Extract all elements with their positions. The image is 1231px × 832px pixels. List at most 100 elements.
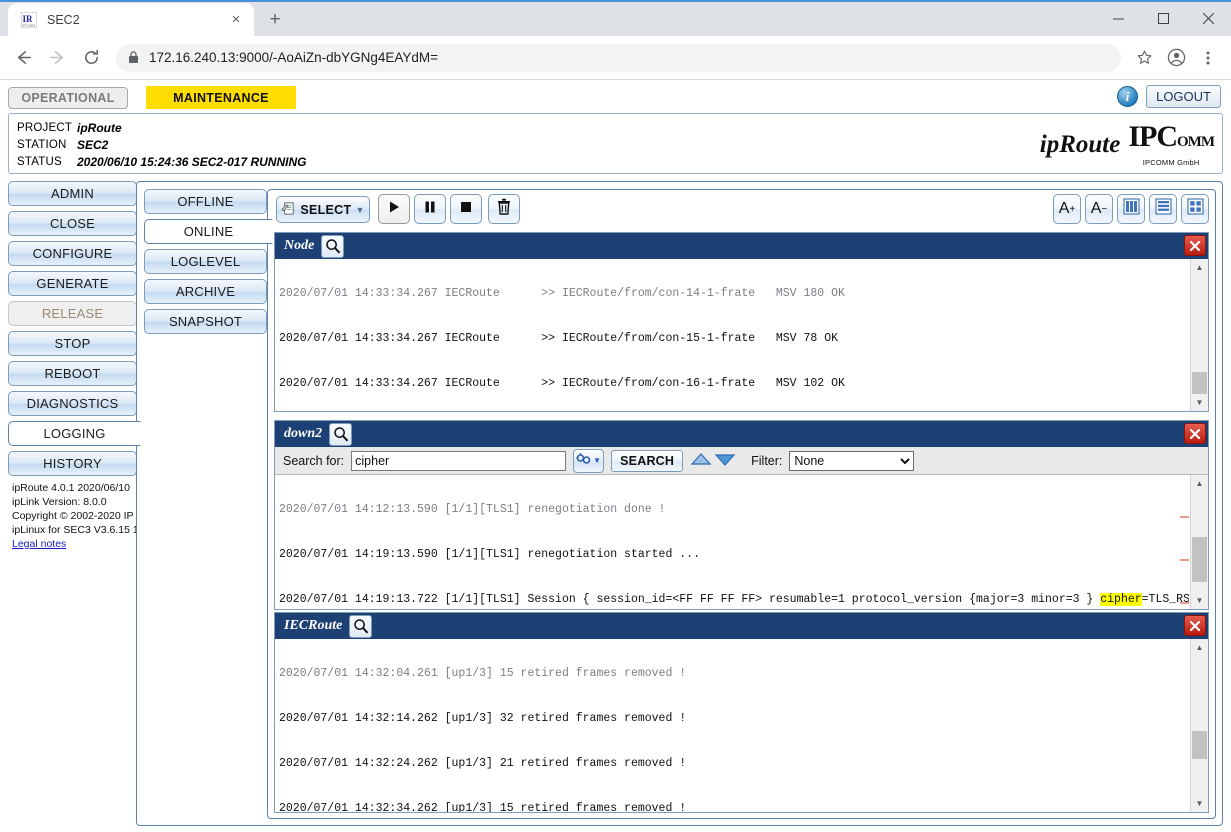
mode-maintenance-button[interactable]: MAINTENANCE <box>146 86 296 109</box>
ipcomm-brand-logo-icon: IPCOMM IPCOMM GmbH <box>1128 122 1215 168</box>
scrollbar-thumb[interactable] <box>1192 537 1207 582</box>
layout-columns-button[interactable] <box>1117 194 1145 224</box>
subnav-item-snapshot[interactable]: SNAPSHOT <box>144 309 267 334</box>
layout-grid-icon <box>1187 198 1204 220</box>
layout-grid-button[interactable] <box>1181 194 1209 224</box>
stop-button[interactable] <box>450 194 482 224</box>
scrollbar-thumb[interactable] <box>1192 372 1207 394</box>
sidebar-item-generate[interactable]: GENERATE <box>8 271 137 296</box>
scroll-up-icon[interactable]: ▲ <box>1191 475 1208 492</box>
search-options-button[interactable]: ▼ <box>573 448 605 473</box>
scroll-down-icon[interactable]: ▼ <box>1191 394 1208 411</box>
font-decrease-button[interactable]: A − <box>1085 194 1113 224</box>
scroll-up-icon[interactable]: ▲ <box>1191 259 1208 276</box>
sidebar-item-close[interactable]: CLOSE <box>8 211 137 236</box>
address-bar[interactable]: 172.16.240.13:9000/-AoAiZn-dbYGNg4EAYdM= <box>116 43 1121 72</box>
scrollbar-thumb[interactable] <box>1192 731 1207 759</box>
mode-operational-button[interactable]: OPERATIONAL <box>8 86 128 109</box>
legal-notes-link[interactable]: Legal notes <box>12 538 66 550</box>
log-line: 2020/07/01 14:32:14.262 [up1/3] 32 retir… <box>279 712 687 725</box>
lock-icon <box>128 51 139 64</box>
sidebar-item-label: RELEASE <box>41 306 104 321</box>
sidebar-item-stop[interactable]: STOP <box>8 331 137 356</box>
station-label: STATION <box>17 138 67 151</box>
maximize-icon[interactable] <box>1141 2 1186 35</box>
subnav-item-loglevel[interactable]: LOGLEVEL <box>144 249 267 274</box>
font-increase-button[interactable]: A + <box>1053 194 1081 224</box>
sidebar-item-label: STOP <box>54 336 91 351</box>
vertical-scrollbar[interactable]: ▲ ▼ <box>1190 475 1208 609</box>
subnav-item-offline[interactable]: OFFLINE <box>144 189 267 214</box>
svg-text:IPCOMM: IPCOMM <box>22 23 35 27</box>
vertical-scrollbar[interactable]: ▲ ▼ <box>1190 639 1208 812</box>
sidebar-item-reboot[interactable]: REBOOT <box>8 361 137 386</box>
log-window-header: Node <box>275 233 1208 259</box>
brand: ipRoute IPCOMM IPCOMM GmbH <box>1040 122 1215 168</box>
sidebar-item-admin[interactable]: ADMIN <box>8 181 137 206</box>
browser-menu-icon[interactable] <box>1193 43 1223 73</box>
info-icon[interactable]: i <box>1117 86 1139 107</box>
play-button[interactable] <box>378 194 410 224</box>
close-tab-icon[interactable]: × <box>226 10 246 30</box>
sidebar-item-configure[interactable]: CONFIGURE <box>8 241 137 266</box>
project-value: ipRoute <box>77 120 122 135</box>
scroll-down-icon[interactable]: ▼ <box>1191 795 1208 812</box>
profile-avatar-icon[interactable] <box>1161 43 1191 73</box>
filter-label: Filter: <box>751 453 783 468</box>
next-match-button[interactable] <box>714 452 736 470</box>
magnifier-icon[interactable] <box>329 422 353 446</box>
close-icon[interactable] <box>1184 423 1206 444</box>
station-value: SEC2 <box>77 137 109 152</box>
ipcomm-logo-icon: IR IPCOMM <box>20 11 37 28</box>
log-line: 2020/07/01 14:32:34.262 [up1/3] 15 retir… <box>279 802 687 812</box>
select-button-label: SELECT <box>300 202 352 217</box>
log-body: 2020/07/01 14:33:34.267 IECRoute >> IECR… <box>275 259 1208 411</box>
magnifier-icon[interactable] <box>349 614 373 638</box>
version-line: Copyright © 2002-2020 IP <box>12 510 134 522</box>
search-input[interactable] <box>351 450 567 471</box>
sidebar-item-label: REBOOT <box>44 366 101 381</box>
back-icon[interactable] <box>8 43 38 73</box>
search-button[interactable]: SEARCH <box>611 449 684 472</box>
log-window-iecroute: IECRoute 2020/07/01 14:32:04.261 [up1/3]… <box>274 612 1209 813</box>
sidebar-item-history[interactable]: HISTORY <box>8 451 137 476</box>
filter-select[interactable]: None <box>789 450 915 471</box>
magnifier-icon[interactable] <box>321 234 345 258</box>
close-icon[interactable] <box>1184 235 1206 256</box>
status-label: STATUS <box>17 155 62 168</box>
layout-rows-button[interactable] <box>1149 194 1177 224</box>
subnav-item-archive[interactable]: ARCHIVE <box>144 279 267 304</box>
sidebar-item-diagnostics[interactable]: DIAGNOSTICS <box>8 391 137 416</box>
delete-button[interactable] <box>488 194 520 224</box>
status-row-station: STATION SEC2 <box>17 136 306 153</box>
content-panel: OFFLINE ONLINE LOGLEVEL ARCHIVE SNAPSHOT <box>136 181 1223 826</box>
forward-icon[interactable] <box>42 43 72 73</box>
close-window-icon[interactable] <box>1186 2 1231 35</box>
pause-button[interactable] <box>414 194 446 224</box>
subnav-item-online[interactable]: ONLINE <box>144 219 273 244</box>
browser-tab[interactable]: IR IPCOMM SEC2 × <box>8 3 254 36</box>
log-line: 2020/07/01 14:32:24.262 [up1/3] 21 retir… <box>279 757 687 770</box>
minimize-icon[interactable] <box>1096 2 1141 35</box>
scroll-down-icon[interactable]: ▼ <box>1191 592 1208 609</box>
scroll-up-icon[interactable]: ▲ <box>1191 639 1208 656</box>
brand-company: IPCOMM GmbH <box>1142 158 1200 167</box>
reload-icon[interactable] <box>76 43 106 73</box>
prev-match-button[interactable] <box>690 452 712 470</box>
search-for-label: Search for: <box>283 453 345 468</box>
vertical-scrollbar[interactable]: ▲ ▼ <box>1190 259 1208 411</box>
sidebar-item-logging[interactable]: LOGGING <box>8 421 141 446</box>
select-button[interactable]: SELECT ▼ <box>276 196 370 223</box>
browser-titlebar: IR IPCOMM SEC2 × + <box>0 0 1231 36</box>
subnav-item-label: OFFLINE <box>177 194 234 209</box>
sidebar-item-label: CONFIGURE <box>32 246 113 261</box>
version-line: ipLinux for SEC3 V3.6.15 1 <box>12 524 138 536</box>
browser-tab-title: SEC2 <box>47 12 80 27</box>
bookmark-star-icon[interactable] <box>1129 43 1159 73</box>
close-icon[interactable] <box>1184 615 1206 636</box>
play-icon <box>387 200 401 219</box>
logout-button[interactable]: LOGOUT <box>1146 85 1221 108</box>
subnav-item-label: ARCHIVE <box>175 284 236 299</box>
new-tab-button[interactable]: + <box>261 5 289 33</box>
log-lines: 2020/07/01 14:32:04.261 [up1/3] 15 retir… <box>279 639 1189 812</box>
